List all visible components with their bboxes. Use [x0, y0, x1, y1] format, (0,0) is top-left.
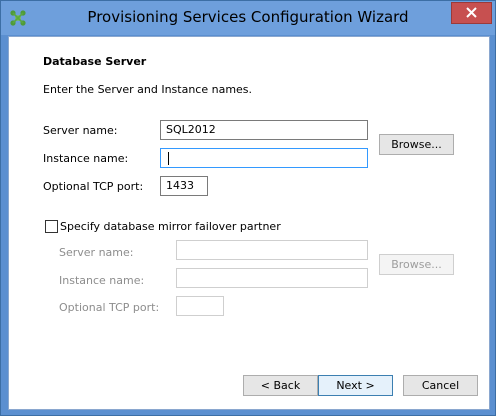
mirror-instance-name-input[interactable]	[176, 268, 368, 288]
browse-button[interactable]: Browse...	[379, 134, 454, 155]
window-title: Provisioning Services Configuration Wiza…	[87, 8, 409, 26]
mirror-checkbox[interactable]	[45, 220, 58, 233]
mirror-server-name-input[interactable]	[176, 240, 368, 260]
page-description: Enter the Server and Instance names.	[43, 83, 253, 96]
mirror-checkbox-label[interactable]: Specify database mirror failover partner	[60, 220, 281, 233]
title-bar[interactable]: Provisioning Services Configuration Wiza…	[1, 1, 495, 35]
close-button[interactable]	[451, 2, 492, 24]
page-heading: Database Server	[43, 55, 147, 68]
back-button[interactable]: < Back	[243, 375, 318, 396]
instance-name-label: Instance name:	[43, 152, 129, 165]
instance-name-input[interactable]	[160, 148, 368, 168]
mirror-server-name-label: Server name:	[59, 246, 134, 259]
mirror-tcp-port-label: Optional TCP port:	[59, 301, 160, 314]
next-button[interactable]: Next >	[318, 375, 393, 396]
mirror-instance-name-label: Instance name:	[59, 274, 145, 287]
tcp-port-label: Optional TCP port:	[43, 180, 144, 193]
mirror-browse-button[interactable]: Browse...	[379, 254, 454, 275]
wizard-page: Database Server Enter the Server and Ins…	[8, 36, 490, 410]
server-name-input[interactable]: SQL2012	[160, 120, 368, 140]
mirror-tcp-port-input[interactable]	[176, 296, 224, 316]
cancel-button[interactable]: Cancel	[403, 375, 478, 396]
tcp-port-input[interactable]: 1433	[160, 176, 208, 196]
server-name-label: Server name:	[43, 124, 118, 137]
text-caret	[168, 152, 169, 165]
wizard-window: Provisioning Services Configuration Wiza…	[0, 0, 496, 416]
close-icon	[466, 7, 477, 18]
